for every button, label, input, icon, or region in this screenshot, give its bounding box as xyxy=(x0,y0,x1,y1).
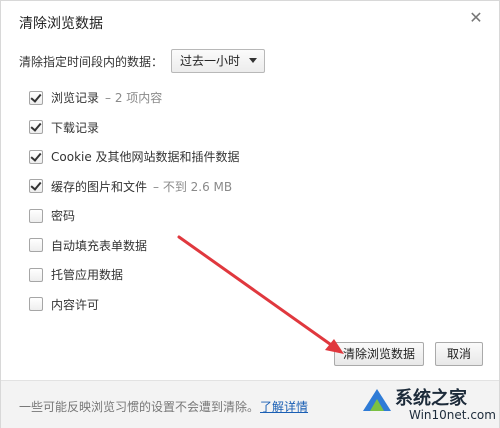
checkbox-cookies[interactable] xyxy=(29,149,43,164)
time-period-label: 清除指定时间段内的数据： xyxy=(19,54,164,69)
learn-more-link[interactable]: 了解详情 xyxy=(260,398,308,415)
checkbox-passwords[interactable] xyxy=(29,208,43,223)
chevron-down-icon xyxy=(249,58,258,63)
watermark: 系统之家 Win10net.com xyxy=(361,381,500,428)
checkbox-content-licenses[interactable] xyxy=(29,297,43,312)
checkbox-browsing-history[interactable] xyxy=(29,90,43,105)
option-label: 密码 xyxy=(51,209,76,224)
option-label: Cookie 及其他网站数据和插件数据 xyxy=(51,150,240,165)
option-browsing-history[interactable]: 浏览记录 – 2 项内容 xyxy=(29,83,469,113)
checkbox-download-history[interactable] xyxy=(29,120,43,135)
option-detail: – 2 项内容 xyxy=(105,91,163,106)
data-type-options: 浏览记录 – 2 项内容 下载记录 Cookie 及其他网站数据和插件数据 缓存… xyxy=(29,83,469,319)
watermark-url: Win10net.com xyxy=(409,408,496,422)
option-cookies[interactable]: Cookie 及其他网站数据和插件数据 xyxy=(29,142,469,172)
watermark-logo-icon xyxy=(363,389,391,411)
checkbox-autofill[interactable] xyxy=(29,238,43,253)
option-label: 浏览记录 xyxy=(51,91,100,106)
checkbox-cache[interactable] xyxy=(29,179,43,194)
time-period-selected: 过去一小时 xyxy=(180,54,241,68)
dialog-title: 清除浏览数据 xyxy=(19,16,103,32)
option-detail: – 不到 2.6 MB xyxy=(153,179,233,194)
option-autofill[interactable]: 自动填充表单数据 xyxy=(29,231,469,261)
time-period-select[interactable]: 过去一小时 xyxy=(171,49,266,73)
option-passwords[interactable]: 密码 xyxy=(29,201,469,231)
checkbox-hosted-app-data[interactable] xyxy=(29,267,43,282)
clear-browsing-data-dialog: 清除浏览数据 ✕ 清除指定时间段内的数据： 过去一小时 浏览记录 – 2 项内容… xyxy=(0,0,500,428)
option-hosted-app-data[interactable]: 托管应用数据 xyxy=(29,260,469,290)
clear-browsing-data-button[interactable]: 清除浏览数据 xyxy=(334,342,424,366)
option-label: 内容许可 xyxy=(51,297,100,312)
option-cache[interactable]: 缓存的图片和文件 – 不到 2.6 MB xyxy=(29,172,469,202)
option-label: 缓存的图片和文件 xyxy=(51,179,148,194)
option-label: 自动填充表单数据 xyxy=(51,238,148,253)
cancel-button[interactable]: 取消 xyxy=(435,342,483,366)
option-label: 下载记录 xyxy=(51,120,100,135)
close-icon[interactable]: ✕ xyxy=(467,9,485,27)
footer-note: 一些可能反映浏览习惯的设置不会遭到清除。 xyxy=(19,400,260,414)
watermark-title: 系统之家 xyxy=(395,388,467,409)
time-period-row: 清除指定时间段内的数据： 过去一小时 xyxy=(19,49,266,73)
option-label: 托管应用数据 xyxy=(51,268,124,283)
option-content-licenses[interactable]: 内容许可 xyxy=(29,290,469,320)
option-download-history[interactable]: 下载记录 xyxy=(29,113,469,143)
